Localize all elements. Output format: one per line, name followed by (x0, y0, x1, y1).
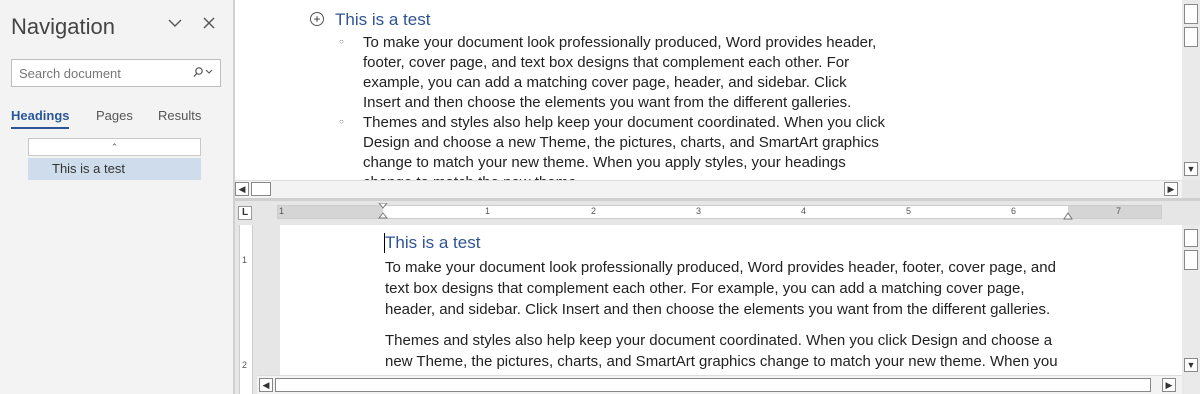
top-vertical-scrollbar[interactable]: ▼ (1182, 0, 1200, 180)
expand-heading-icon[interactable]: + (310, 12, 324, 26)
search-placeholder: Search document (19, 66, 121, 81)
left-margin-area (278, 206, 383, 218)
heading-collapse-control[interactable]: ⌃ (28, 138, 201, 156)
top-bullet-1: To make your document look professionall… (363, 34, 877, 111)
scroll-left-icon[interactable]: ◀ (235, 182, 249, 196)
top-pane-heading: This is a test (335, 10, 431, 29)
active-tab-underline (11, 127, 69, 129)
scroll-right-icon[interactable]: ▶ (1164, 182, 1178, 196)
navigation-pane: Navigation Search document Headings Page… (0, 0, 233, 394)
horizontal-scroll-thumb[interactable] (275, 378, 1151, 392)
horizontal-ruler: L 1 1 2 3 4 5 6 7 (235, 201, 1182, 225)
scroll-left-icon[interactable]: ◀ (259, 378, 273, 392)
bottom-horizontal-scrollbar[interactable]: ◀ ▶ (257, 375, 1182, 394)
scroll-down-icon[interactable]: ▼ (1184, 358, 1198, 372)
scroll-right-icon[interactable]: ▶ (1162, 378, 1176, 392)
ruler-number: 6 (1011, 206, 1017, 216)
chevron-down-icon[interactable] (167, 16, 183, 34)
document-heading[interactable]: This is a test (385, 233, 480, 253)
ruler-number: 2 (591, 206, 597, 216)
close-icon[interactable] (203, 16, 215, 34)
vertical-ruler-number: 2 (242, 360, 248, 370)
tab-selector[interactable]: L (238, 206, 252, 220)
right-indent-marker-icon[interactable] (1063, 212, 1073, 222)
vertical-scroll-thumb[interactable] (1184, 4, 1198, 24)
vertical-scroll-thumb[interactable] (1184, 27, 1198, 47)
nav-heading-item[interactable]: This is a test (28, 158, 201, 180)
top-horizontal-scrollbar[interactable]: ◀ ▶ (235, 180, 1182, 198)
vertical-ruler: 1 2 (235, 225, 257, 394)
document-paragraph-2[interactable]: Themes and styles also help keep your do… (385, 330, 1075, 374)
vertical-ruler-number: 1 (242, 255, 248, 265)
vertical-ruler-bar[interactable]: 1 2 (239, 225, 253, 394)
ruler-bar[interactable]: 1 1 2 3 4 5 6 7 (277, 203, 1162, 222)
search-input[interactable]: Search document (11, 59, 221, 87)
tab-results[interactable]: Results (158, 108, 201, 123)
document-page[interactable]: This is a test To make your document loo… (280, 225, 1182, 375)
top-bullet-2: Themes and styles also help keep your do… (363, 114, 885, 180)
navigation-title: Navigation (11, 14, 115, 39)
scroll-down-icon[interactable]: ▼ (1184, 162, 1198, 176)
vertical-scroll-thumb[interactable] (1184, 229, 1198, 247)
right-margin-area (1068, 206, 1161, 218)
search-icon[interactable] (192, 66, 214, 81)
top-document-pane[interactable]: + This is a test ○ To make your document… (235, 0, 1182, 180)
ruler-number: 4 (801, 206, 807, 216)
tab-pages[interactable]: Pages (96, 108, 133, 123)
bottom-vertical-scrollbar[interactable]: ▼ (1182, 225, 1200, 394)
ruler-number: 1 (485, 206, 491, 216)
bullet-icon: ○ (339, 117, 344, 126)
ruler-number: 3 (696, 206, 702, 216)
ruler-number: 1 (279, 206, 285, 216)
tab-headings[interactable]: Headings (11, 108, 70, 123)
ruler-number: 5 (906, 206, 912, 216)
document-paragraph-1[interactable]: To make your document look professionall… (385, 257, 1075, 320)
ruler-number: 7 (1116, 206, 1122, 216)
bullet-icon: ○ (339, 37, 344, 46)
vertical-scroll-thumb[interactable] (1184, 250, 1198, 270)
horizontal-scroll-thumb[interactable] (251, 182, 271, 196)
indent-marker-icon[interactable] (378, 203, 388, 221)
